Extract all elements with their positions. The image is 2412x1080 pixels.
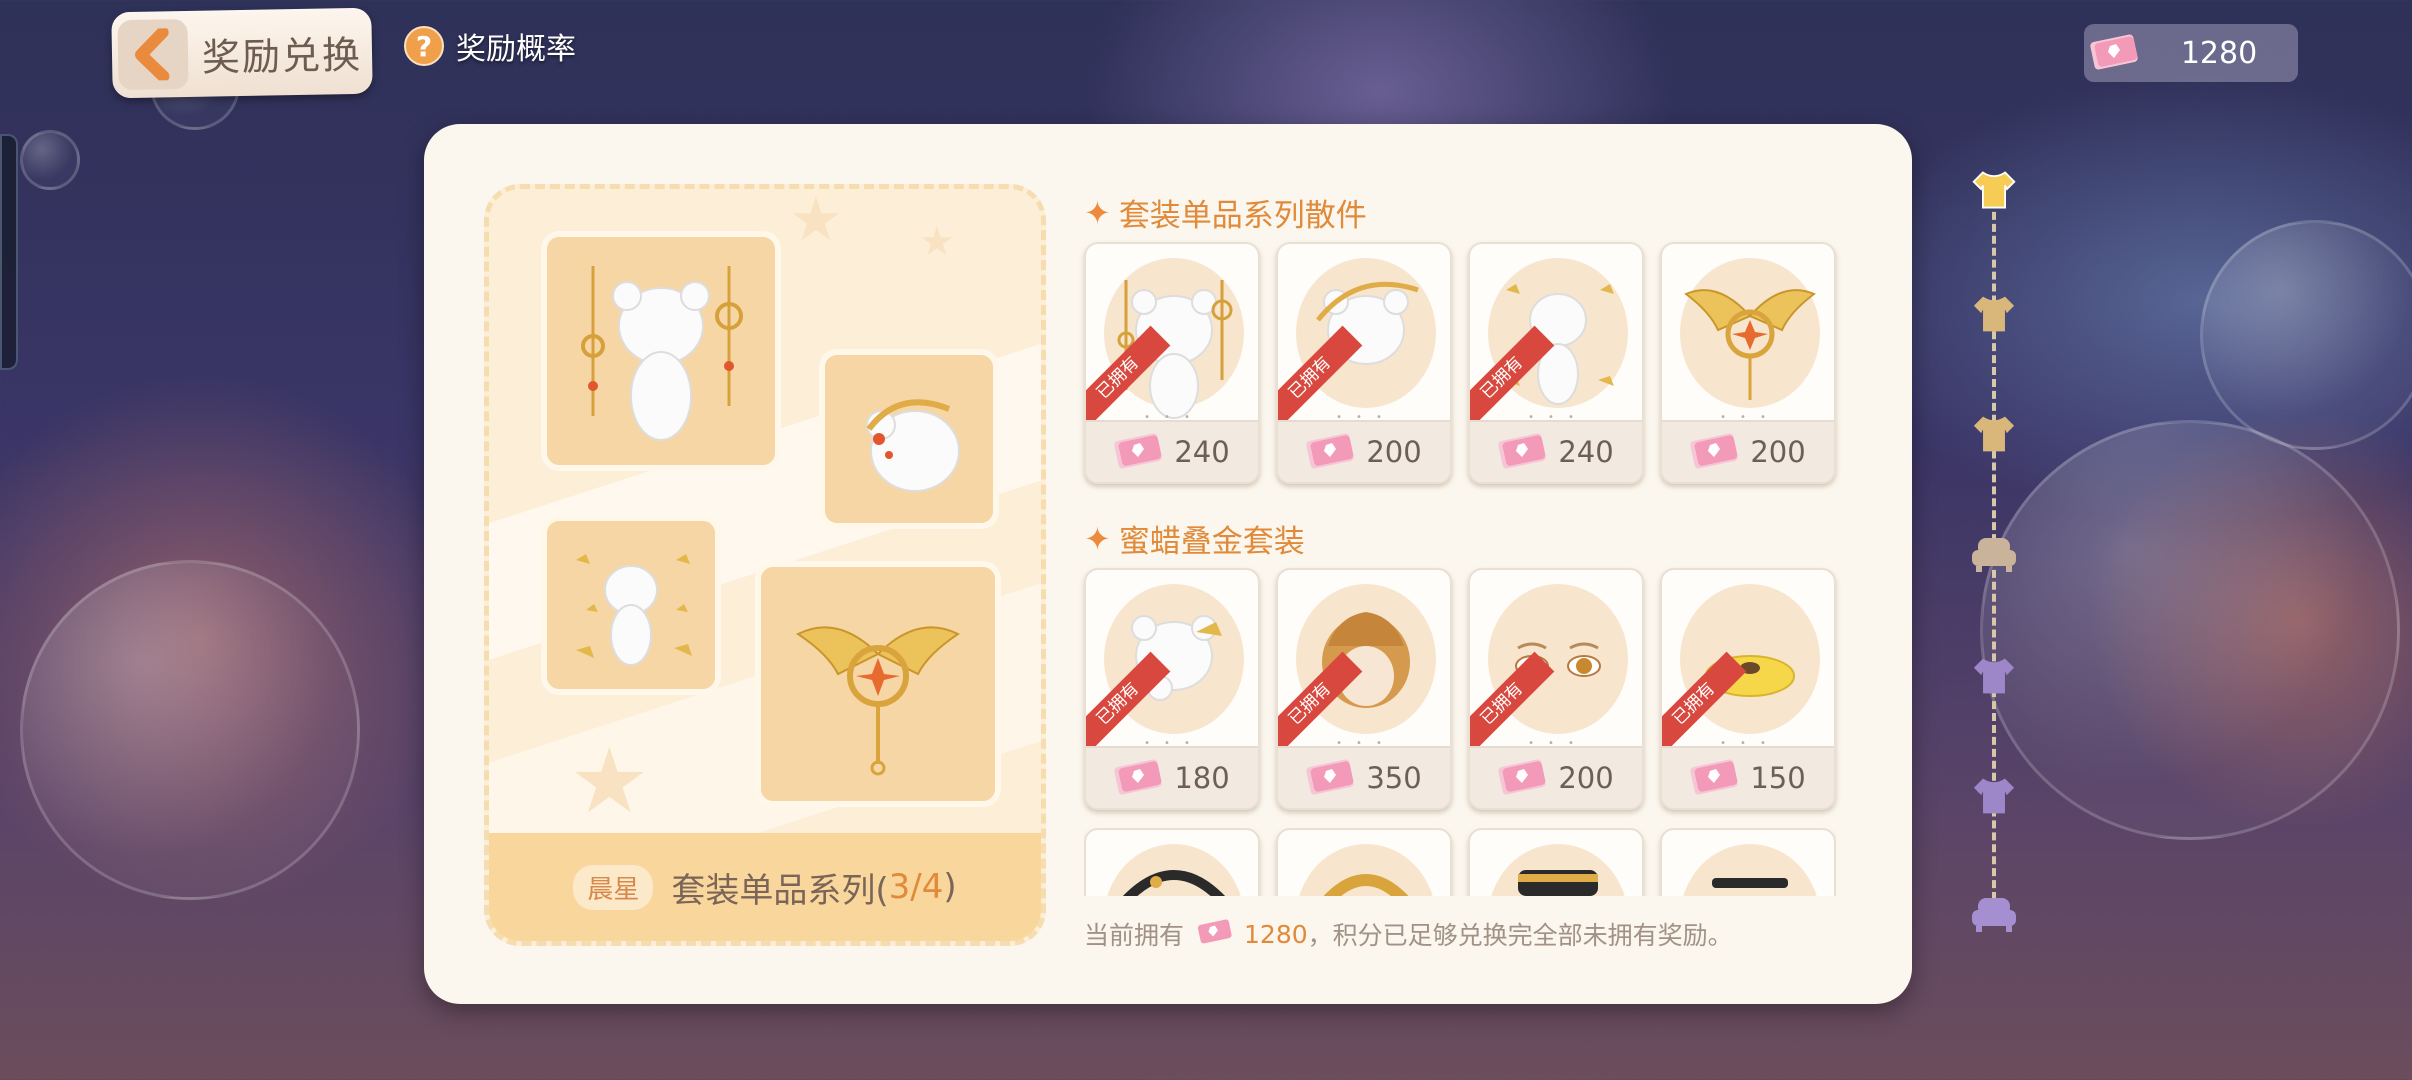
ticket-icon [1498, 757, 1548, 799]
hat-icon [1518, 870, 1598, 896]
reward-item-art [1662, 250, 1834, 420]
price-bar[interactable]: 350 [1278, 746, 1450, 808]
sofa-icon[interactable] [1970, 532, 2018, 576]
price-bar[interactable]: 240 [1470, 420, 1642, 482]
reward-card[interactable]: ••• 已拥有 200 [1276, 242, 1452, 484]
sofa-icon[interactable] [1970, 892, 2018, 936]
reward-probability-link[interactable]: ? 奖励概率 [404, 24, 576, 68]
reward-card[interactable]: ••• 已拥有 150 [1660, 568, 1836, 810]
price-value: 200 [1366, 435, 1422, 469]
reward-grid-2: ••• 已拥有 180 ••• 已拥有 350 ••• 已拥有 200 ••• 已拥有 150 [1084, 568, 1836, 810]
points-summary-suffix: ，积分已足够兑换完全部未拥有奖励。 [1307, 921, 1733, 950]
price-value: 240 [1174, 435, 1230, 469]
series-footer: 晨星 套装单品系列(3/4) [489, 833, 1041, 941]
price-value: 350 [1366, 761, 1422, 795]
price-bar[interactable]: 150 [1662, 746, 1834, 808]
star-icon: ★ [789, 185, 843, 255]
headband-icon [1122, 870, 1226, 896]
ticket-icon [1690, 757, 1740, 799]
reward-card[interactable]: ••• 已拥有 350 [1276, 568, 1452, 810]
price-bar[interactable]: 200 [1662, 420, 1834, 482]
ticket-icon [1306, 757, 1356, 799]
reward-card[interactable]: ••• 已拥有 200 [1468, 568, 1644, 810]
currency-value: 1280 [2180, 35, 2258, 71]
side-panel-edge[interactable] [0, 134, 18, 370]
bear-sparkle-icon [576, 554, 692, 666]
star-icon: ★ [569, 729, 650, 834]
back-arrow-icon [117, 18, 189, 91]
exchange-panel: ★ ★ ★ 晨星 套装单品系列(3/4) ✦ 套装单品系列散件 ••• 已拥… [424, 124, 1912, 1004]
reward-card[interactable] [1468, 828, 1644, 896]
section-title-2: ✦ 蜜蜡叠金套装 [1084, 516, 1305, 561]
winged-pendant-icon [796, 626, 960, 776]
reward-card[interactable]: ••• 200 [1660, 242, 1836, 484]
price-bar[interactable]: 180 [1086, 746, 1258, 808]
currency-display[interactable]: 1280 [2084, 24, 2298, 82]
price-bar[interactable]: 240 [1086, 420, 1258, 482]
ticket-icon [1306, 431, 1356, 473]
section-title-1: ✦ 套装单品系列散件 [1084, 190, 1367, 235]
star-icon: ★ [919, 219, 955, 265]
reward-card[interactable]: ••• 已拥有 240 [1468, 242, 1644, 484]
reward-card[interactable]: ••• 已拥有 180 [1084, 568, 1260, 810]
background-bubble [20, 130, 80, 190]
series-name-close: ) [943, 867, 957, 907]
shirt-icon[interactable] [1970, 168, 2018, 212]
shirt-icon[interactable] [1970, 412, 2018, 456]
showcase-item-earrings[interactable] [541, 231, 781, 471]
points-summary: 当前拥有 1280 ，积分已足够兑换完全部未拥有奖励。 [1084, 916, 1733, 952]
back-button[interactable]: 奖励兑换 [111, 7, 373, 99]
sparkle-icon: ✦ [1084, 519, 1111, 558]
series-showcase: ★ ★ ★ 晨星 套装单品系列(3/4) [484, 184, 1046, 946]
series-name: 套装单品系列( [671, 870, 889, 911]
ticket-icon [1498, 431, 1548, 473]
reward-list-overflow[interactable] [1084, 828, 1836, 896]
reward-probability-label: 奖励概率 [456, 32, 576, 67]
choker-icon [1712, 878, 1788, 888]
showcase-item-pendant[interactable] [755, 561, 1001, 807]
background-bubble [2200, 220, 2412, 450]
section-title-text: 蜜蜡叠金套装 [1118, 524, 1305, 560]
reward-grid-1: ••• 已拥有 240 ••• 已拥有 200 ••• 已拥有 240 ••• 200 [1084, 242, 1836, 484]
shirt-icon[interactable] [1970, 292, 2018, 336]
reward-card[interactable] [1276, 828, 1452, 896]
series-progress: 3/4 [888, 867, 944, 907]
price-bar[interactable]: 200 [1278, 420, 1450, 482]
price-value: 200 [1750, 435, 1806, 469]
background-bubble [20, 560, 360, 900]
section-title-text: 套装单品系列散件 [1118, 198, 1367, 234]
reward-card[interactable] [1660, 828, 1836, 896]
points-summary-prefix: 当前拥有 [1084, 921, 1185, 950]
crown-icon [1323, 874, 1409, 896]
ticket-icon [1194, 916, 1234, 952]
series-tag: 晨星 [573, 864, 654, 910]
ticket-icon [1114, 757, 1164, 799]
showcase-item-sparkles[interactable] [541, 515, 721, 695]
reward-grid-3 [1084, 828, 1836, 896]
winged-pendant-icon [1684, 289, 1816, 400]
showcase-item-headpiece[interactable] [819, 349, 999, 529]
price-value: 180 [1174, 761, 1230, 795]
background-bubble [1980, 420, 2400, 840]
shirt-icon[interactable] [1970, 654, 2018, 698]
price-value: 240 [1558, 435, 1614, 469]
bear-headpiece-icon [866, 399, 960, 492]
points-summary-value: 1280 [1244, 919, 1308, 949]
question-icon: ? [404, 26, 444, 66]
price-value: 200 [1558, 761, 1614, 795]
price-bar[interactable]: 200 [1470, 746, 1642, 808]
price-value: 150 [1750, 761, 1806, 795]
ticket-icon [1690, 431, 1740, 473]
progress-track [1964, 160, 2024, 940]
ticket-icon [1114, 431, 1164, 473]
reward-card[interactable] [1084, 828, 1260, 896]
sparkle-icon: ✦ [1084, 193, 1111, 232]
shirt-icon[interactable] [1970, 774, 2018, 818]
page-title: 奖励兑换 [201, 32, 363, 80]
bear-earrings-icon [581, 266, 743, 441]
ticket-icon [2090, 32, 2140, 74]
reward-card[interactable]: ••• 已拥有 240 [1084, 242, 1260, 484]
